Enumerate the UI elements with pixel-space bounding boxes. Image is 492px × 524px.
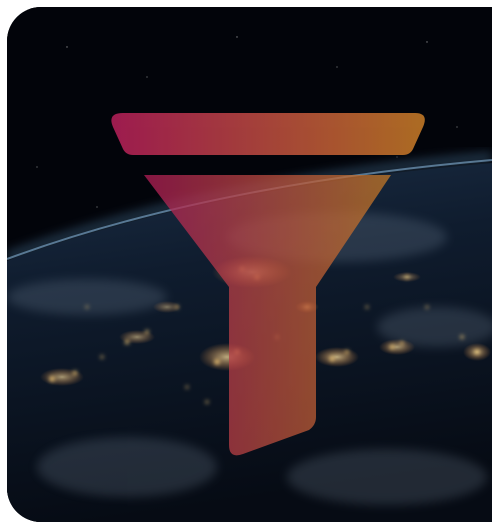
funnel-top-bar — [111, 113, 425, 155]
earth-night-scene — [7, 7, 492, 522]
hero-image-card — [7, 7, 492, 522]
